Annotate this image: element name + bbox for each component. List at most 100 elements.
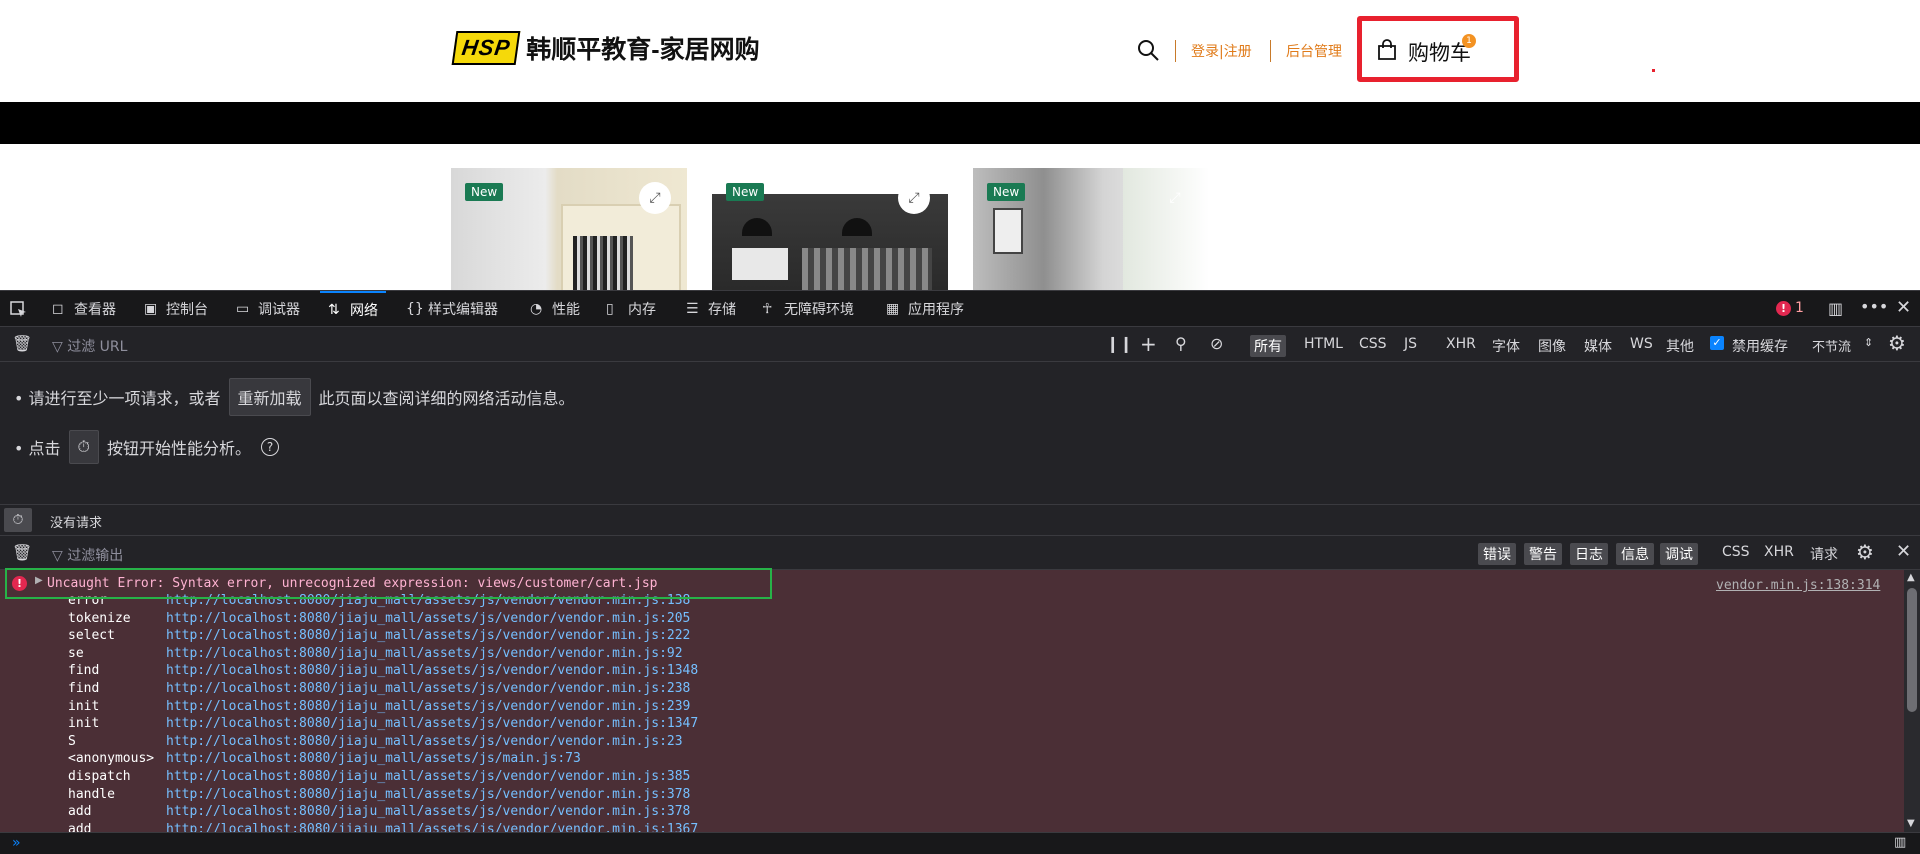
- application-icon: ▦: [886, 301, 900, 317]
- disable-cache-checkbox[interactable]: ✓: [1710, 336, 1724, 350]
- product-card[interactable]: New ⤢: [451, 168, 687, 290]
- nav-bar: [0, 102, 1920, 144]
- tab-application[interactable]: ▦ 应用程序: [886, 291, 964, 327]
- stopwatch-button[interactable]: ⏱: [68, 430, 100, 464]
- stack-location-link[interactable]: http://localhost:8080/jiaju_mall/assets/…: [166, 787, 690, 802]
- tab-accessibility[interactable]: ☥ 无障碍环境: [762, 291, 854, 327]
- error-count[interactable]: ! 1: [1776, 300, 1804, 316]
- expand-icon[interactable]: ⤢: [898, 182, 930, 214]
- login-register-link[interactable]: 登录|注册: [1191, 41, 1252, 61]
- scroll-down-icon[interactable]: ▼: [1907, 818, 1915, 829]
- plus-icon[interactable]: +: [1140, 332, 1157, 356]
- console-filter-input[interactable]: ▽ 过滤输出: [52, 545, 123, 565]
- gear-icon[interactable]: ⚙: [1856, 540, 1874, 564]
- stack-location-link[interactable]: http://localhost:8080/jiaju_mall/assets/…: [166, 663, 698, 678]
- product-card[interactable]: New ⤢: [973, 168, 1209, 290]
- expand-icon[interactable]: ⤢: [639, 182, 671, 214]
- no-requests-label: 没有请求: [50, 516, 103, 531]
- type-media[interactable]: 媒体: [1580, 335, 1616, 357]
- admin-link[interactable]: 后台管理: [1286, 41, 1342, 61]
- stack-trace-row: find http://localhost:8080/jiaju_mall/ass…: [68, 662, 698, 679]
- more-icon[interactable]: •••: [1860, 297, 1888, 316]
- element-picker-icon[interactable]: [10, 301, 28, 319]
- type-xhr[interactable]: XHR: [1442, 335, 1480, 353]
- level-error[interactable]: 错误: [1478, 543, 1516, 565]
- stack-location-link[interactable]: http://localhost:8080/jiaju_mall/assets/…: [166, 751, 581, 766]
- tab-style-editor[interactable]: {} 样式编辑器: [406, 291, 498, 327]
- stack-location-link[interactable]: http://localhost:8080/jiaju_mall/assets/…: [166, 716, 698, 731]
- stack-function: init: [68, 716, 100, 732]
- scroll-thumb[interactable]: [1907, 588, 1917, 712]
- type-all[interactable]: 所有: [1250, 335, 1286, 357]
- tab-label: 样式编辑器: [428, 302, 498, 318]
- stack-location-link[interactable]: http://localhost:8080/jiaju_mall/assets/…: [166, 822, 698, 832]
- stack-location-link[interactable]: http://localhost:8080/jiaju_mall/assets/…: [166, 804, 690, 819]
- level-debug[interactable]: 调试: [1660, 543, 1698, 565]
- cart-button[interactable]: 购物车 1: [1357, 16, 1519, 82]
- level-log[interactable]: 日志: [1570, 543, 1608, 565]
- throttle-select[interactable]: 不节流: [1808, 335, 1855, 356]
- reload-button[interactable]: 重新加载: [228, 378, 311, 416]
- stack-location-link[interactable]: http://localhost:8080/jiaju_mall/assets/…: [166, 611, 690, 626]
- close-icon[interactable]: ✕: [1896, 297, 1911, 318]
- stack-location-link[interactable]: http://localhost:8080/jiaju_mall/assets/…: [166, 646, 683, 661]
- type-js[interactable]: JS: [1400, 335, 1421, 353]
- type-ws[interactable]: WS: [1626, 335, 1657, 353]
- console-scrollbar[interactable]: ▲ ▼: [1904, 570, 1920, 832]
- tab-network[interactable]: ⇅ 网络: [320, 291, 386, 327]
- close-icon[interactable]: ✕: [1896, 541, 1911, 562]
- console-input[interactable]: » ▥: [0, 832, 1920, 854]
- dock-icon[interactable]: ▥: [1828, 299, 1843, 318]
- stack-location-link[interactable]: http://localhost:8080/jiaju_mall/assets/…: [166, 769, 690, 784]
- chevron-updown-icon: ⇕: [1864, 336, 1874, 349]
- stack-location-link[interactable]: http://localhost:8080/jiaju_mall/assets/…: [166, 699, 690, 714]
- expand-triangle-icon[interactable]: ▶: [35, 575, 43, 586]
- tab-storage[interactable]: ☰ 存储: [686, 291, 736, 327]
- tab-console[interactable]: ▣ 控制台: [144, 291, 208, 327]
- type-html[interactable]: HTML: [1300, 335, 1347, 353]
- tab-debugger[interactable]: ▭ 调试器: [236, 291, 300, 327]
- stack-trace-row: Shttp://localhost:8080/jiaju_mall/assets…: [68, 733, 683, 750]
- network-icon: ⇅: [328, 302, 340, 318]
- stack-function: S: [68, 733, 76, 749]
- editor-mode-icon[interactable]: ▥: [1894, 835, 1906, 850]
- error-message-row[interactable]: ! ▶ Uncaught Error: Syntax error, unreco…: [5, 568, 772, 599]
- pause-icon[interactable]: ❙❙: [1106, 334, 1133, 353]
- stack-trace-row: <anonymous> http://localhost:8080/jiaju_m…: [68, 750, 581, 767]
- console-type-css[interactable]: CSS: [1722, 544, 1750, 560]
- shopping-bag-icon: [1378, 39, 1396, 60]
- help-icon[interactable]: ?: [261, 438, 280, 456]
- level-warning[interactable]: 警告: [1524, 543, 1562, 565]
- stack-location-link[interactable]: http://localhost:8080/jiaju_mall/assets/…: [166, 628, 690, 643]
- url-filter-input[interactable]: ▽ 过滤 URL: [52, 336, 127, 356]
- type-css[interactable]: CSS: [1355, 335, 1391, 353]
- tab-performance[interactable]: ◔ 性能: [530, 291, 580, 327]
- type-font[interactable]: 字体: [1488, 335, 1524, 357]
- scroll-up-icon[interactable]: ▲: [1907, 572, 1915, 583]
- stack-location-link[interactable]: http://localhost:8080/jiaju_mall/assets/…: [166, 734, 683, 749]
- tab-memory[interactable]: ▯ 内存: [606, 291, 656, 327]
- expand-icon[interactable]: ⤢: [1159, 182, 1191, 214]
- perf-hint: • 点击 ⏱ 按钮开始性能分析。 ?: [14, 430, 280, 464]
- block-icon[interactable]: ⊘: [1210, 334, 1223, 353]
- tab-label: 查看器: [74, 302, 116, 318]
- site-header: HSP 韩顺平教育-家居网购 登录|注册 后台管理 购物车 1: [0, 0, 1920, 102]
- trash-icon[interactable]: 🗑: [12, 543, 32, 562]
- product-card[interactable]: New ⤢: [712, 168, 948, 290]
- console-type-xhr[interactable]: XHR: [1764, 544, 1794, 560]
- search-icon[interactable]: ⚲: [1175, 334, 1187, 353]
- site-logo[interactable]: HSP 韩顺平教育-家居网购: [451, 30, 760, 66]
- type-other[interactable]: 其他: [1662, 335, 1698, 357]
- console-type-requests[interactable]: 请求: [1810, 544, 1838, 564]
- tab-inspector[interactable]: ◻ 查看器: [52, 291, 116, 327]
- type-image[interactable]: 图像: [1534, 335, 1570, 357]
- search-icon[interactable]: [1136, 38, 1160, 62]
- stack-location-link[interactable]: http://localhost:8080/jiaju_mall/assets/…: [166, 681, 690, 696]
- error-source-link[interactable]: vendor.min.js:138:314: [1716, 578, 1880, 593]
- inspector-icon: ◻: [52, 301, 64, 317]
- stopwatch-icon[interactable]: ⏱: [4, 508, 32, 532]
- gear-icon[interactable]: ⚙: [1888, 331, 1906, 355]
- level-info[interactable]: 信息: [1616, 543, 1654, 565]
- trash-icon[interactable]: 🗑: [12, 334, 32, 353]
- debugger-icon: ▭: [236, 301, 250, 317]
